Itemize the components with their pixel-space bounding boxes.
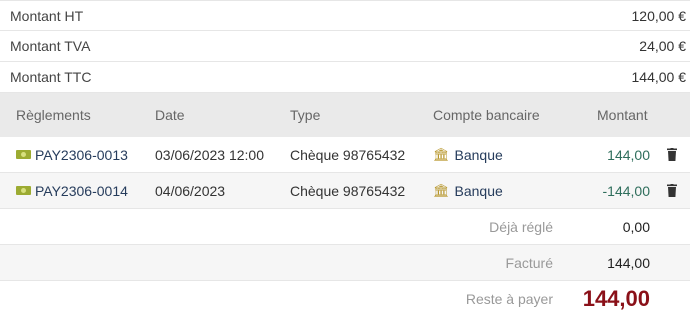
payment-ref-link[interactable]: PAY2306-0014 xyxy=(16,183,128,199)
column-header-type: Type xyxy=(290,107,321,123)
payment-row: PAY2306-0014 04/06/2023 Chèque 98765432 … xyxy=(0,173,690,209)
payment-type: Chèque 98765432 xyxy=(290,146,406,163)
invoiced-label: Facturé xyxy=(505,254,553,271)
summary-row-remaining: Reste à payer 144,00 xyxy=(0,281,690,317)
remaining-label: Reste à payer xyxy=(465,291,553,307)
total-row-ht: Montant HT 120,00 € xyxy=(0,0,690,31)
payment-amount: -144,00 xyxy=(602,182,650,199)
bank-account-link[interactable]: 🏛 Banque xyxy=(433,147,503,163)
summary-row-already-paid: Déjà réglé 0,00 xyxy=(0,209,690,245)
trash-icon[interactable] xyxy=(667,148,677,161)
remaining-value: 144,00 xyxy=(582,286,650,311)
total-row-tva: Montant TVA 24,00 € xyxy=(0,31,690,62)
already-paid-value: 0,00 xyxy=(622,218,650,235)
money-bill-icon xyxy=(16,186,31,195)
column-header-date: Date xyxy=(155,107,185,123)
invoiced-value: 144,00 xyxy=(607,254,650,271)
total-label: Montant TVA xyxy=(10,38,91,54)
payment-ref-link[interactable]: PAY2306-0013 xyxy=(16,147,128,163)
payment-ref: PAY2306-0014 xyxy=(35,182,128,199)
total-value: 144,00 € xyxy=(631,69,687,85)
total-label: Montant TTC xyxy=(10,69,92,85)
bank-account-name: Banque xyxy=(454,146,503,163)
bank-icon: 🏛 xyxy=(433,146,450,162)
payments-header: Règlements Date Type Compte bancaire Mon… xyxy=(0,93,690,137)
payment-type: Chèque 98765432 xyxy=(290,182,406,199)
invoice-totals-panel: Montant HT 120,00 € Montant TVA 24,00 € … xyxy=(0,0,690,318)
bank-account-link[interactable]: 🏛 Banque xyxy=(433,183,503,199)
total-label: Montant HT xyxy=(10,7,84,24)
total-value: 24,00 € xyxy=(639,38,686,54)
bank-icon: 🏛 xyxy=(433,182,450,198)
total-value: 120,00 € xyxy=(631,7,687,24)
payment-row: PAY2306-0013 03/06/2023 12:00 Chèque 987… xyxy=(0,137,690,173)
payment-amount: 144,00 xyxy=(607,146,650,163)
column-header-amount: Montant xyxy=(597,107,648,123)
payment-ref: PAY2306-0013 xyxy=(35,146,128,163)
money-bill-icon xyxy=(16,150,31,159)
trash-icon[interactable] xyxy=(667,184,677,197)
already-paid-label: Déjà réglé xyxy=(489,218,553,235)
column-header-bank-account: Compte bancaire xyxy=(433,107,540,123)
summary-row-invoiced: Facturé 144,00 xyxy=(0,245,690,281)
bank-account-name: Banque xyxy=(454,182,503,199)
totals-section: Montant HT 120,00 € Montant TVA 24,00 € … xyxy=(0,0,690,93)
payment-date: 04/06/2023 xyxy=(155,182,226,199)
column-header-payments: Règlements xyxy=(16,107,91,123)
total-row-ttc: Montant TTC 144,00 € xyxy=(0,62,690,93)
payment-date: 03/06/2023 12:00 xyxy=(155,146,264,163)
